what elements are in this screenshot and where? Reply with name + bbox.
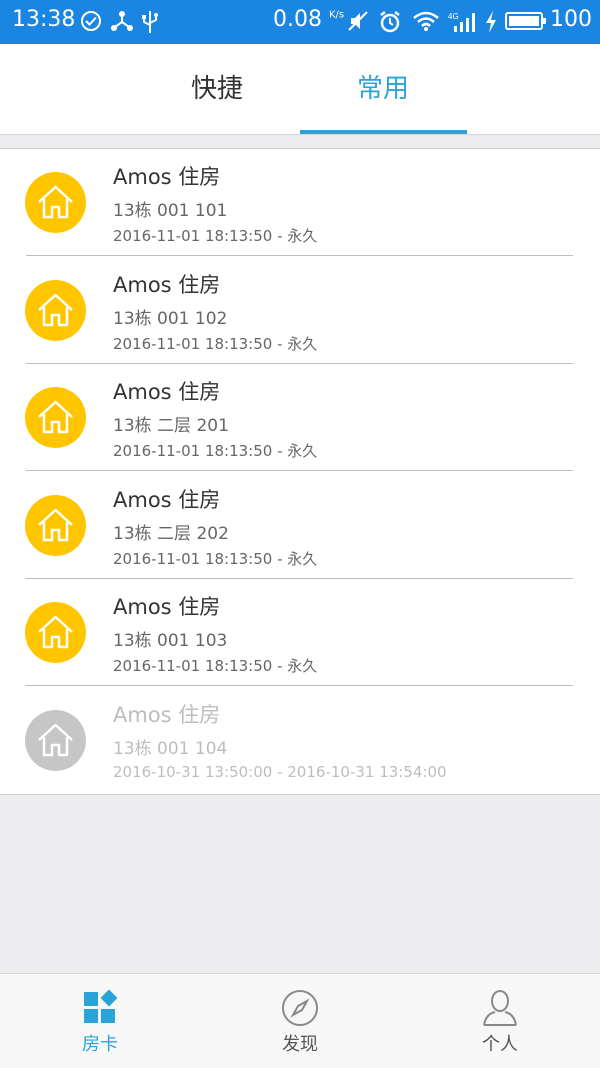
nav-item-discover[interactable]: 发现	[200, 974, 400, 1068]
card-room: 13栋 二层 201	[113, 416, 229, 436]
room-card-icon	[80, 988, 120, 1028]
tab-divider	[0, 134, 600, 135]
usb-share-icon	[110, 10, 134, 36]
wifi-icon	[412, 10, 440, 36]
card-title: Amos 住房	[113, 272, 221, 297]
card-title: Amos 住房	[113, 595, 221, 619]
card-title: Amos 住房	[113, 165, 221, 189]
room-card-item[interactable]: Amos 住房 13栋 二层 202 2016-11-01 18:13:50 - 永…	[0, 472, 600, 579]
card-validity: 2016-10-31 13:50:00 - 2016-10-31 13:54:0…	[113, 762, 447, 781]
person-icon	[480, 988, 520, 1028]
signal-4g-icon: 4G	[448, 10, 478, 38]
room-card-item[interactable]: Amos 住房 13栋 001 101 2016-11-01 18:13:50 - …	[0, 149, 600, 256]
status-bar: 13:38 0.08 K/s 4G 100	[0, 0, 600, 44]
room-card-item[interactable]: Amos 住房 13栋 二层 201 2016-11-01 18:13:50 - 永…	[0, 364, 600, 471]
tab-shortcut[interactable]: 快捷	[134, 44, 300, 134]
house-icon	[25, 494, 86, 556]
check-circle-icon	[80, 10, 102, 36]
room-card-list: Amos 住房 13栋 001 101 2016-11-01 18:13:50 - …	[0, 148, 600, 795]
card-room: 13栋 001 102	[113, 308, 228, 329]
card-room: 13栋 001 104	[113, 738, 228, 759]
usb-icon	[140, 10, 160, 38]
card-title: Amos 住房	[113, 487, 221, 512]
card-validity: 2016-11-01 18:13:50 - 永久	[113, 549, 318, 568]
nav-label-personal: 个人	[482, 1034, 518, 1055]
card-validity: 2016-11-01 18:13:50 - 永久	[113, 334, 318, 353]
nav-label-room-card: 房卡	[82, 1034, 118, 1055]
alarm-icon	[378, 10, 402, 38]
battery-icon	[505, 11, 547, 35]
house-icon	[25, 602, 86, 663]
nav-label-discover: 发现	[282, 1034, 318, 1055]
compass-icon	[280, 988, 320, 1028]
house-icon	[25, 172, 86, 233]
card-room: 13栋 二层 202	[113, 523, 229, 544]
status-time: 13:38	[12, 7, 76, 32]
card-validity: 2016-11-01 18:13:50 - 永久	[113, 227, 318, 245]
card-room: 13栋 001 103	[113, 631, 228, 651]
house-icon	[25, 709, 86, 771]
nav-item-personal[interactable]: 个人	[400, 974, 600, 1068]
house-icon	[25, 387, 86, 448]
card-title: Amos 住房	[113, 380, 221, 404]
room-card-item[interactable]: Amos 住房 13栋 001 104 2016-10-31 13:50:00 - …	[0, 687, 600, 794]
battery-level: 100	[550, 7, 592, 32]
room-card-item[interactable]: Amos 住房 13栋 001 103 2016-11-01 18:13:50 - …	[0, 579, 600, 686]
card-validity: 2016-11-01 18:13:50 - 永久	[113, 657, 318, 675]
bottom-nav: 房卡 发现 个人	[0, 973, 600, 1068]
nav-item-room-card[interactable]: 房卡	[0, 974, 200, 1068]
mute-icon	[347, 10, 369, 36]
room-card-item[interactable]: Amos 住房 13栋 001 102 2016-11-01 18:13:50 - …	[0, 257, 600, 364]
charging-icon	[484, 10, 498, 38]
svg-text:4G: 4G	[448, 12, 459, 21]
card-room: 13栋 001 101	[113, 201, 228, 221]
tab-bar: 快捷 常用	[0, 44, 600, 134]
tab-common[interactable]: 常用	[300, 44, 466, 134]
house-icon	[25, 279, 86, 341]
card-validity: 2016-11-01 18:13:50 - 永久	[113, 442, 318, 460]
network-speed: 0.08 K/s	[273, 7, 345, 32]
card-title: Amos 住房	[113, 702, 221, 727]
